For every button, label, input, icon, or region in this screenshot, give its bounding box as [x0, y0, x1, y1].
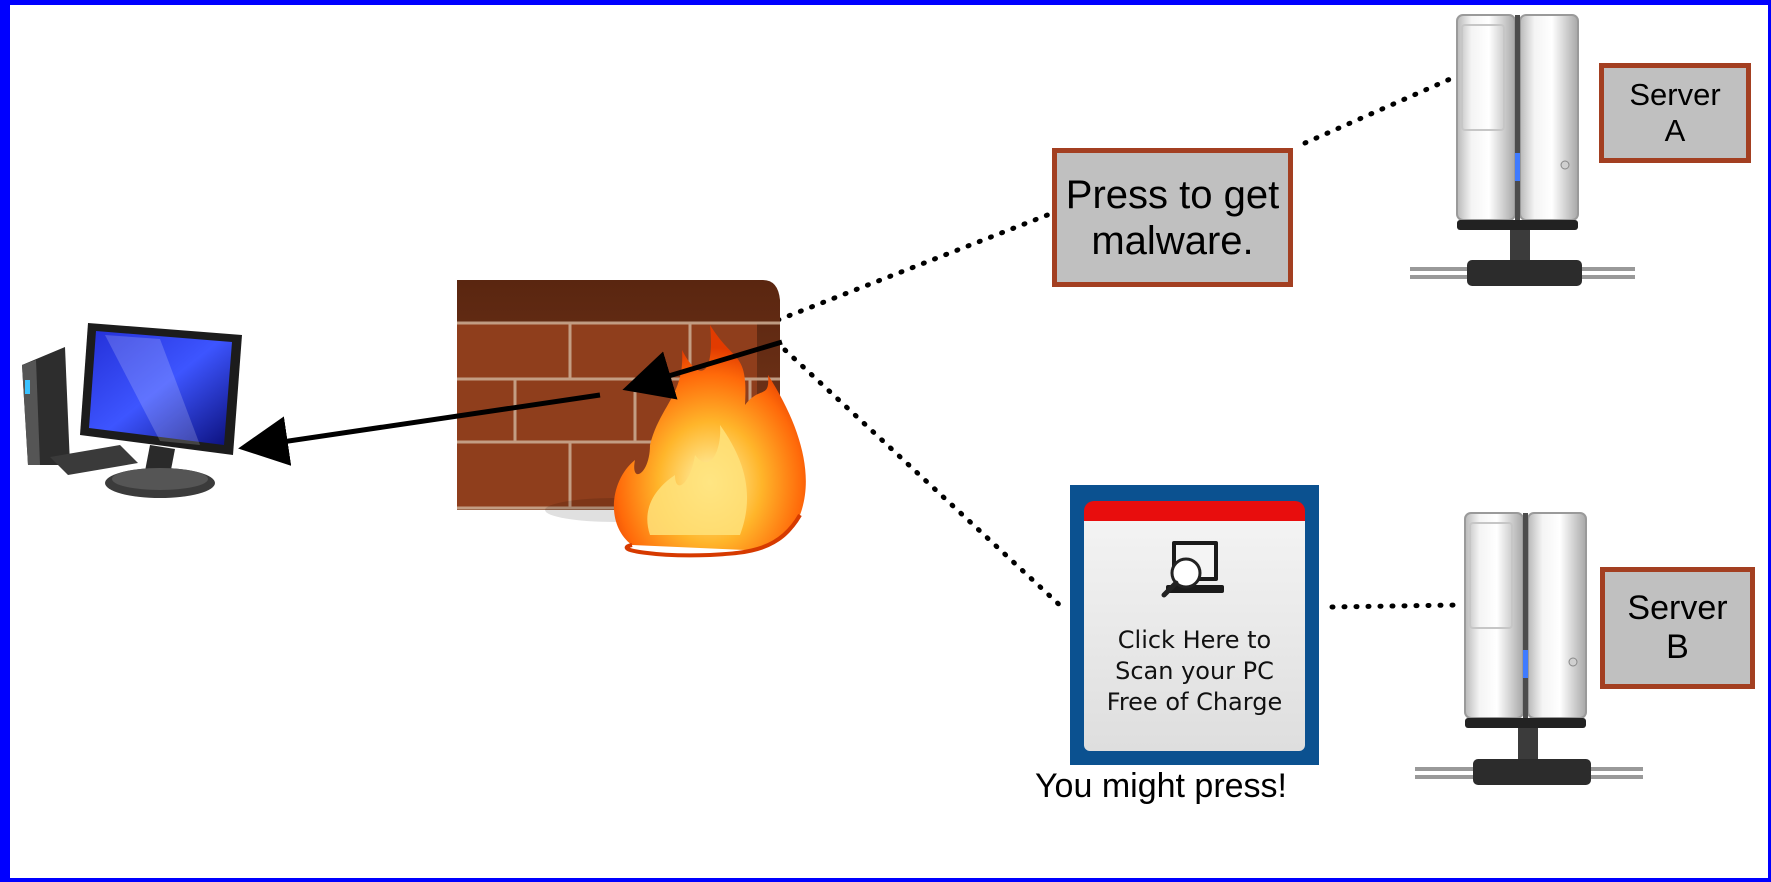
- diagram-graphics: [22, 14, 1643, 785]
- connection-popup-to-server-b: [1329, 602, 1460, 610]
- connection-firewall-to-popup: [782, 347, 1068, 613]
- scan-popup-text[interactable]: Click Here to Scan your PC Free of Charg…: [1084, 625, 1305, 718]
- connection-press-box-to-server-a: [1302, 73, 1460, 146]
- server-a-text: Server A: [1629, 77, 1721, 148]
- press-to-get-malware-label: Press to get malware.: [1052, 148, 1293, 287]
- scan-popup-body[interactable]: Click Here to Scan your PC Free of Charg…: [1084, 501, 1305, 751]
- you-might-press-caption: You might press!: [1035, 767, 1287, 805]
- server-b-text: Server B: [1627, 588, 1728, 666]
- press-to-get-malware-text: Press to get malware.: [1065, 172, 1280, 263]
- diagram-canvas: Press to get malware. Server A Server B …: [10, 5, 1768, 878]
- server-a-label: Server A: [1599, 63, 1751, 163]
- scan-popup[interactable]: Click Here to Scan your PC Free of Charg…: [1070, 485, 1319, 765]
- desktop-computer-icon: [22, 323, 242, 498]
- scanner-computer-icon: [1161, 541, 1224, 598]
- server-b-label: Server B: [1600, 567, 1755, 689]
- connection-firewall-to-press-box: [775, 211, 1053, 323]
